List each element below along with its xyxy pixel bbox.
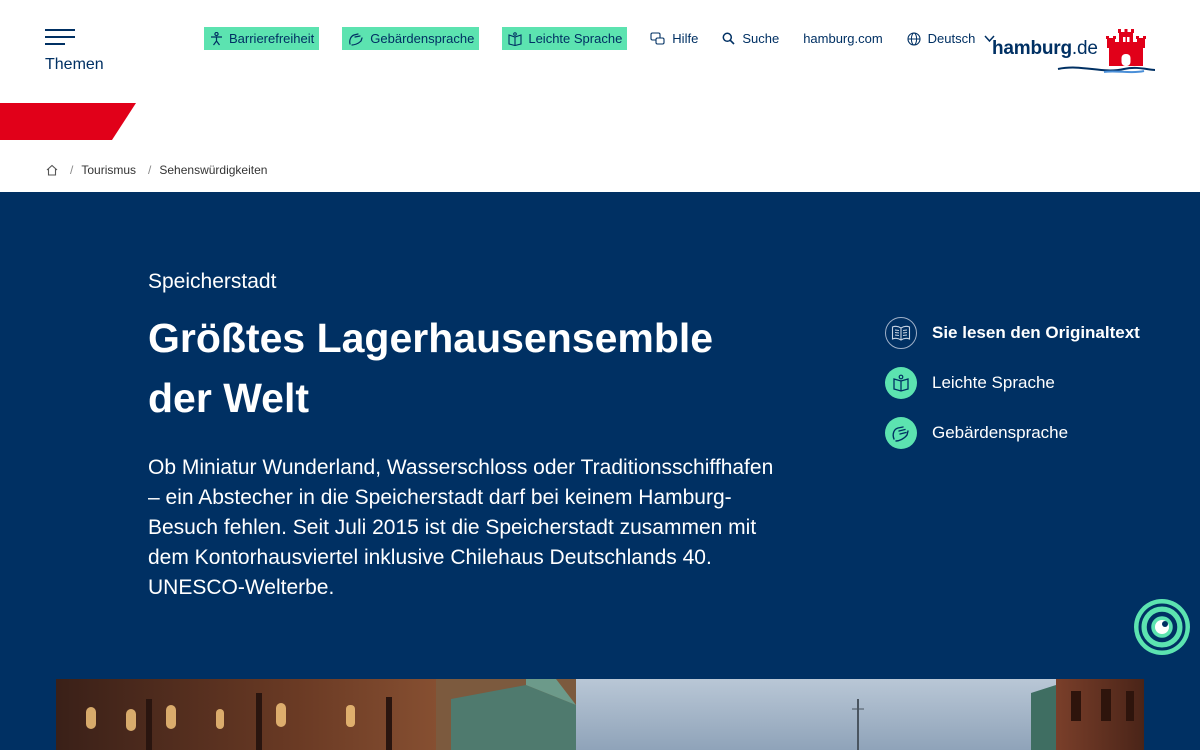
easy-language-label: Leichte Sprache	[528, 31, 623, 46]
red-brand-stripe	[0, 103, 136, 140]
hero-section: Speicherstadt Größtes Lagerhausensemble …	[0, 192, 1200, 750]
hamburger-menu-icon	[45, 29, 75, 45]
accessibility-eye-icon	[1138, 603, 1186, 651]
breadcrumb-separator: /	[70, 163, 74, 177]
hamburg-com-link[interactable]: hamburg.com	[803, 31, 882, 46]
accessibility-widget-button[interactable]	[1134, 599, 1190, 655]
speicherstadt-photo	[56, 679, 1144, 750]
top-navigation: Barrierefreiheit Gebärdensprache Leichte…	[204, 27, 1026, 50]
sign-language-icon	[885, 417, 917, 449]
sign-language-option-label: Gebärdensprache	[932, 423, 1069, 442]
hamburg-com-label: hamburg.com	[803, 31, 883, 46]
breadcrumb-tourismus[interactable]: Tourismus	[81, 163, 136, 177]
home-icon[interactable]	[46, 164, 58, 176]
book-icon	[885, 317, 917, 349]
help-link[interactable]: Hilfe	[650, 31, 698, 46]
menu-label: Themen	[45, 56, 104, 73]
original-text-option[interactable]: Sie lesen den Originaltext	[885, 317, 1165, 349]
search-label: Suche	[742, 31, 780, 46]
original-text-label: Sie lesen den Originaltext	[932, 323, 1140, 342]
accessibility-label: Barrierefreiheit	[229, 31, 315, 46]
breadcrumb-separator: /	[148, 163, 152, 177]
sign-language-option[interactable]: Gebärdensprache	[885, 417, 1165, 449]
breadcrumb-sehenswuerdigkeiten[interactable]: Sehenswürdigkeiten	[159, 163, 267, 177]
accessibility-icon	[211, 31, 222, 45]
sign-language-label: Gebärdensprache	[370, 31, 475, 46]
hamburg-castle-crest-icon	[1057, 29, 1156, 74]
sign-language-link[interactable]: Gebärdensprache	[342, 27, 480, 50]
easy-language-option[interactable]: Leichte Sprache	[885, 367, 1165, 399]
help-label: Hilfe	[672, 31, 699, 46]
hero-kicker: Speicherstadt	[148, 270, 277, 293]
globe-icon	[907, 31, 921, 46]
hero-lead-text: Ob Miniatur Wunderland, Wasserschloss od…	[148, 456, 774, 599]
page-title: Größtes Lagerhausensemble der Welt	[148, 315, 714, 421]
search-link[interactable]: Suche	[722, 31, 779, 46]
hamburg-de-logo[interactable]: hamburg.de	[992, 28, 1158, 80]
easy-language-option-label: Leichte Sprache	[932, 373, 1055, 392]
breadcrumb: / Tourismus / Sehenswürdigkeiten	[46, 160, 267, 180]
sign-language-icon	[349, 32, 363, 46]
accessibility-link[interactable]: Barrierefreiheit	[204, 27, 320, 50]
chat-help-icon	[650, 31, 665, 45]
site-header: Themen Barrierefreiheit Gebärdensprache …	[0, 0, 1200, 177]
easy-language-icon	[885, 367, 917, 399]
themes-menu-button[interactable]: Themen	[44, 26, 114, 76]
easy-language-link[interactable]: Leichte Sprache	[502, 27, 628, 50]
search-icon	[722, 32, 735, 45]
language-selector[interactable]: Deutsch	[907, 31, 1003, 46]
easy-language-icon	[508, 31, 522, 46]
language-label: Deutsch	[927, 31, 976, 46]
language-version-list: Sie lesen den Originaltext Leichte Sprac…	[885, 317, 1165, 467]
